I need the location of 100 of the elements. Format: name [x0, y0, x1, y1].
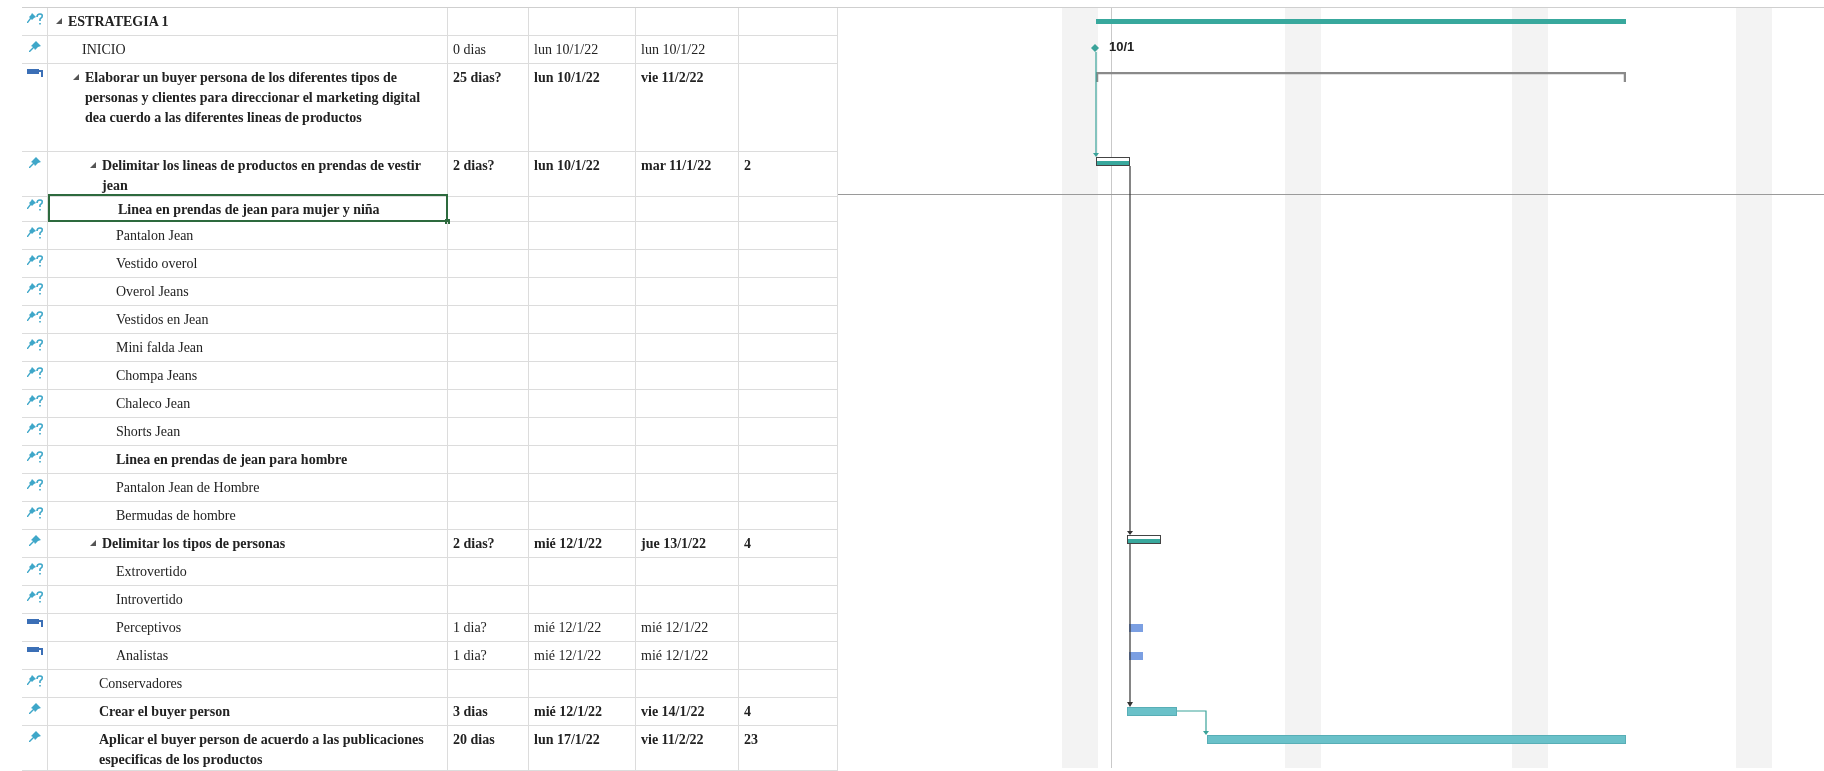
- collapse-icon[interactable]: [73, 74, 79, 80]
- collapse-icon[interactable]: [56, 18, 62, 24]
- task-name: Overol Jeans: [116, 284, 189, 299]
- task-name-cell[interactable]: Elaborar un buyer persona de los diferentes tipos de personas y clientes para direccionar el marketing digital dea cuerdo a las diferentes lineas de productos: [48, 64, 448, 152]
- task-name-cell[interactable]: Linea en prendas de jean para mujer y niña: [48, 194, 448, 222]
- finish-cell: vie 11/2/22: [636, 726, 739, 771]
- summary-bar: [1127, 535, 1161, 544]
- task-name-cell[interactable]: Extrovertido: [48, 558, 448, 586]
- task-name-cell[interactable]: Aplicar el buyer person de acuerdo a las publicaciones especificas de los productos: [48, 726, 448, 771]
- pushpin-question-icon: [25, 198, 44, 212]
- pushpin-icon: [27, 702, 42, 716]
- task-name-cell[interactable]: ESTRATEGIA 1: [48, 8, 448, 36]
- task-name: Vestido overol: [116, 256, 198, 271]
- start-cell: lun 17/1/22: [529, 726, 636, 771]
- task-name: Shorts Jean: [116, 424, 181, 439]
- collapse-icon[interactable]: [90, 162, 96, 168]
- task-name-cell[interactable]: Chaleco Jean: [48, 390, 448, 418]
- finish-cell: jue 13/1/22: [636, 530, 739, 558]
- pushpin-question-icon: [25, 310, 44, 324]
- start-cell: mié 12/1/22: [529, 530, 636, 558]
- pushpin-icon: [27, 730, 42, 744]
- task-name-cell[interactable]: Conservadores: [48, 670, 448, 698]
- pushpin-question-icon: [25, 506, 44, 520]
- task-name: Vestidos en Jean: [116, 312, 209, 327]
- finish-cell: lun 10/1/22: [636, 36, 739, 64]
- milestone-marker: [1091, 44, 1099, 52]
- task-name-cell[interactable]: Analistas: [48, 642, 448, 670]
- start-cell: lun 10/1/22: [529, 64, 636, 152]
- predecessor-cell: 23: [739, 726, 838, 771]
- duration-cell: 1 dia?: [448, 614, 529, 642]
- task-name: Analistas: [116, 648, 169, 663]
- task-name: Pantalon Jean de Hombre: [116, 480, 260, 495]
- task-name-cell[interactable]: INICIO: [48, 36, 448, 64]
- task-name: Aplicar el buyer person de acuerdo a las publicaciones especificas de los productos: [99, 732, 424, 767]
- task-name-cell[interactable]: Introvertido: [48, 586, 448, 614]
- task-name-cell[interactable]: Chompa Jeans: [48, 362, 448, 390]
- pushpin-question-icon: [25, 562, 44, 576]
- duration-cell: 2 dias?: [448, 530, 529, 558]
- task-bar: [1127, 707, 1177, 716]
- task-name: Mini falda Jean: [116, 340, 204, 355]
- task-bar-icon: [26, 68, 43, 78]
- task-name: Perceptivos: [116, 620, 182, 635]
- task-name: Introvertido: [116, 592, 183, 607]
- duration-cell: 2 dias?: [448, 152, 529, 197]
- predecessor-cell: 4: [739, 698, 838, 726]
- task-name: Elaborar un buyer persona de los diferentes tipos de personas y clientes para direccionar el marketing digital dea cuerdo a las diferentes lineas de productos: [85, 70, 421, 125]
- task-name: INICIO: [82, 42, 126, 57]
- pushpin-icon: [27, 40, 42, 54]
- task-name-cell[interactable]: Crear el buyer person: [48, 698, 448, 726]
- pushpin-question-icon: [25, 12, 44, 26]
- collapse-icon[interactable]: [90, 540, 96, 546]
- finish-cell: mié 12/1/22: [636, 614, 739, 642]
- dependency-arrow: [1176, 710, 1209, 735]
- task-name-cell[interactable]: Overol Jeans: [48, 278, 448, 306]
- pushpin-question-icon: [25, 282, 44, 296]
- task-name: Extrovertido: [116, 564, 187, 579]
- start-cell: mié 12/1/22: [529, 614, 636, 642]
- duration-cell: 3 dias: [448, 698, 529, 726]
- task-name-cell[interactable]: Perceptivos: [48, 614, 448, 642]
- pushpin-icon: [27, 534, 42, 548]
- milestone-date-label: 10/1: [1109, 39, 1135, 55]
- task-name-cell[interactable]: Delimitar los lineas de productos en prendas de vestir jean: [48, 152, 448, 197]
- pushpin-icon: [27, 156, 42, 170]
- task-name-cell[interactable]: Bermudas de hombre: [48, 502, 448, 530]
- task-name-cell[interactable]: Mini falda Jean: [48, 334, 448, 362]
- predecessor-cell: 2: [739, 152, 838, 197]
- start-cell: mié 12/1/22: [529, 698, 636, 726]
- pushpin-question-icon: [25, 366, 44, 380]
- pushpin-question-icon: [25, 422, 44, 436]
- pushpin-question-icon: [25, 338, 44, 352]
- task-name: Delimitar los tipos de personas: [102, 536, 286, 551]
- manual-task-bar: [1129, 624, 1143, 632]
- pushpin-question-icon: [25, 226, 44, 240]
- predecessor-cell: 4: [739, 530, 838, 558]
- duration-cell: 1 dia?: [448, 642, 529, 670]
- manual-task-bar: [1129, 652, 1143, 660]
- task-name: Linea en prendas de jean para mujer y niña: [118, 202, 380, 217]
- pushpin-question-icon: [25, 254, 44, 268]
- pushpin-question-icon: [25, 450, 44, 464]
- task-name: Linea en prendas de jean para hombre: [116, 452, 348, 467]
- task-name-cell[interactable]: Shorts Jean: [48, 418, 448, 446]
- task-name-cell[interactable]: Pantalon Jean de Hombre: [48, 474, 448, 502]
- summary-bar: [1096, 157, 1130, 166]
- task-name: ESTRATEGIA 1: [68, 14, 169, 29]
- task-name-cell[interactable]: Linea en prendas de jean para hombre: [48, 446, 448, 474]
- duration-cell: 20 dias: [448, 726, 529, 771]
- task-name-cell[interactable]: Vestido overol: [48, 250, 448, 278]
- finish-cell: mié 12/1/22: [636, 642, 739, 670]
- task-name: Bermudas de hombre: [116, 508, 236, 523]
- task-name: Conservadores: [99, 676, 183, 691]
- task-name: Pantalon Jean: [116, 228, 194, 243]
- finish-cell: mar 11/1/22: [636, 152, 739, 197]
- duration-cell: 25 dias?: [448, 64, 529, 152]
- task-name-cell[interactable]: Pantalon Jean: [48, 222, 448, 250]
- start-cell: lun 10/1/22: [529, 36, 636, 64]
- pushpin-question-icon: [25, 394, 44, 408]
- task-bar-icon: [26, 618, 43, 628]
- task-name: Chompa Jeans: [116, 368, 198, 383]
- task-name-cell[interactable]: Vestidos en Jean: [48, 306, 448, 334]
- task-name-cell[interactable]: Delimitar los tipos de personas: [48, 530, 448, 558]
